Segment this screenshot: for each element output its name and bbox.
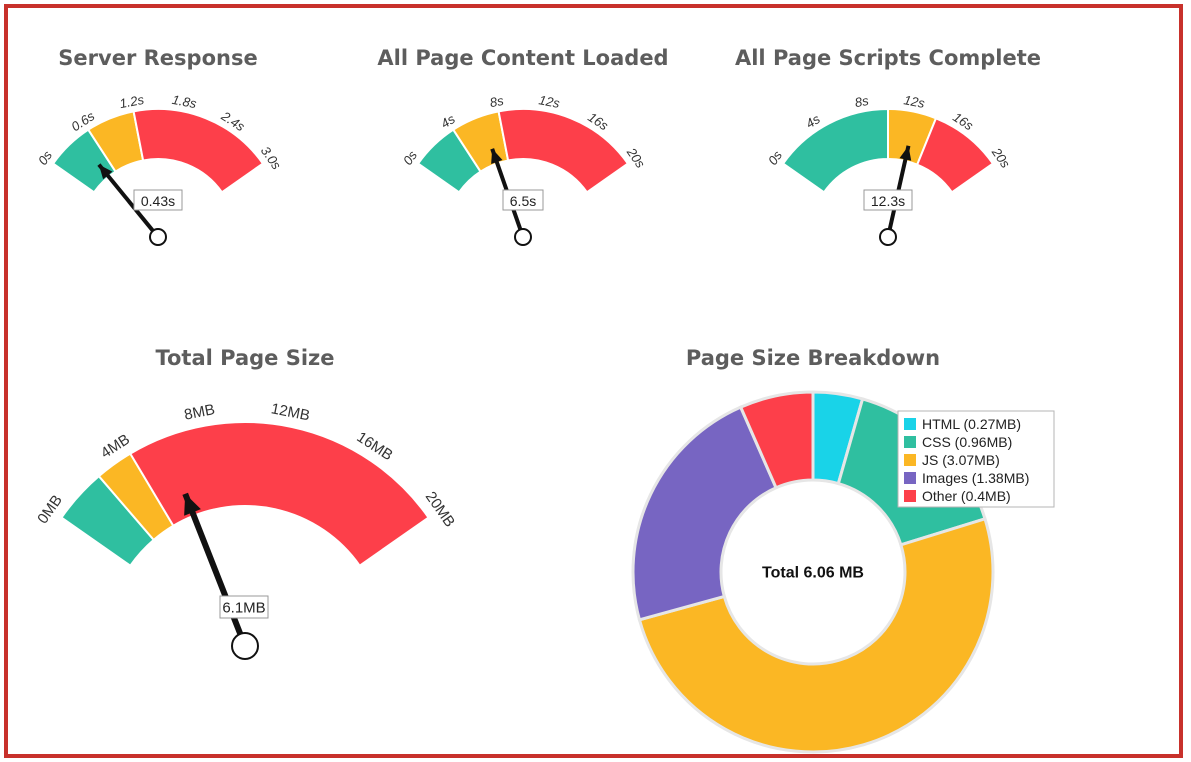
gauge-tick-label: 12MB [270, 400, 312, 424]
gauge-0: Server Response0s0.6s1.2s 1.8s2.4s3.0s0.4… [35, 46, 285, 246]
gauge-value-label: 12.3s [871, 193, 905, 209]
gauge-value-label: 0.43s [141, 193, 175, 209]
donut-title: Page Size Breakdown [686, 346, 940, 370]
legend-swatch [904, 436, 916, 448]
gauge-tick-label: 0s [765, 148, 785, 168]
gauge-tick-label: 8MB [183, 401, 217, 424]
gauge-title: Total Page Size [155, 346, 334, 370]
gauge-tick-label: 0s [35, 148, 55, 168]
gauge-tick-label: 1.2s [118, 92, 145, 112]
legend-swatch [904, 418, 916, 430]
legend-swatch [904, 472, 916, 484]
gauge-tick-label: 8s [853, 93, 870, 110]
legend-entry: CSS (0.96MB) [922, 434, 1012, 450]
legend-entry: HTML (0.27MB) [922, 416, 1021, 432]
gauge-band-green [781, 107, 889, 194]
gauge-value-label: 6.1MB [222, 600, 265, 617]
gauge-title: All Page Scripts Complete [735, 46, 1041, 70]
donut-center-label: Total 6.06 MB [762, 565, 864, 582]
gauge-hub [231, 632, 259, 660]
gauge-tick-label: 20MB [422, 489, 458, 531]
gauge-title: Server Response [58, 46, 257, 70]
legend-entry: JS (3.07MB) [922, 452, 1000, 468]
gauge-hub [514, 228, 532, 246]
gauge-tick-label: 3.0s [258, 143, 285, 172]
page-size-donut: Page Size Breakdown Total 6.06 MB HTML (0.… [631, 346, 1055, 754]
gauge-tick-label: 20s [623, 144, 648, 171]
gauge-tick-label: 8s [488, 93, 505, 110]
legend-swatch [904, 454, 916, 466]
gauge-tick-label: 20s [988, 144, 1013, 171]
gauge-hub [149, 228, 167, 246]
gauge-value-label: 6.5s [510, 193, 536, 209]
gauge-tick-label: 1.8s [171, 92, 198, 112]
legend-entry: Images (1.38MB) [922, 470, 1029, 486]
gauge-1: All Page Content Loaded0s4s8s 12s16s20s6.… [377, 46, 669, 246]
performance-dashboard: Server Response0s0.6s1.2s 1.8s2.4s3.0s0.4… [34, 46, 1055, 754]
donut-legend: HTML (0.27MB) CSS (0.96MB) JS (3.07MB) Imag… [897, 410, 1055, 508]
legend-swatch [904, 490, 916, 502]
gauge-3: Total Page Size0MB4MB8MB 12MB16MB20MB6.1M… [34, 346, 458, 660]
legend-entry: Other (0.4MB) [922, 488, 1011, 504]
gauge-tick-label: 0MB [34, 492, 66, 527]
gauge-title: All Page Content Loaded [377, 46, 668, 70]
gauge-tick-label: 12s [538, 92, 562, 111]
gauge-2: All Page Scripts Complete0s4s8s 12s16s20s… [735, 46, 1041, 246]
gauge-tick-label: 0s [400, 148, 420, 168]
gauge-hub [879, 228, 897, 246]
gauge-tick-label: 12s [903, 92, 927, 111]
